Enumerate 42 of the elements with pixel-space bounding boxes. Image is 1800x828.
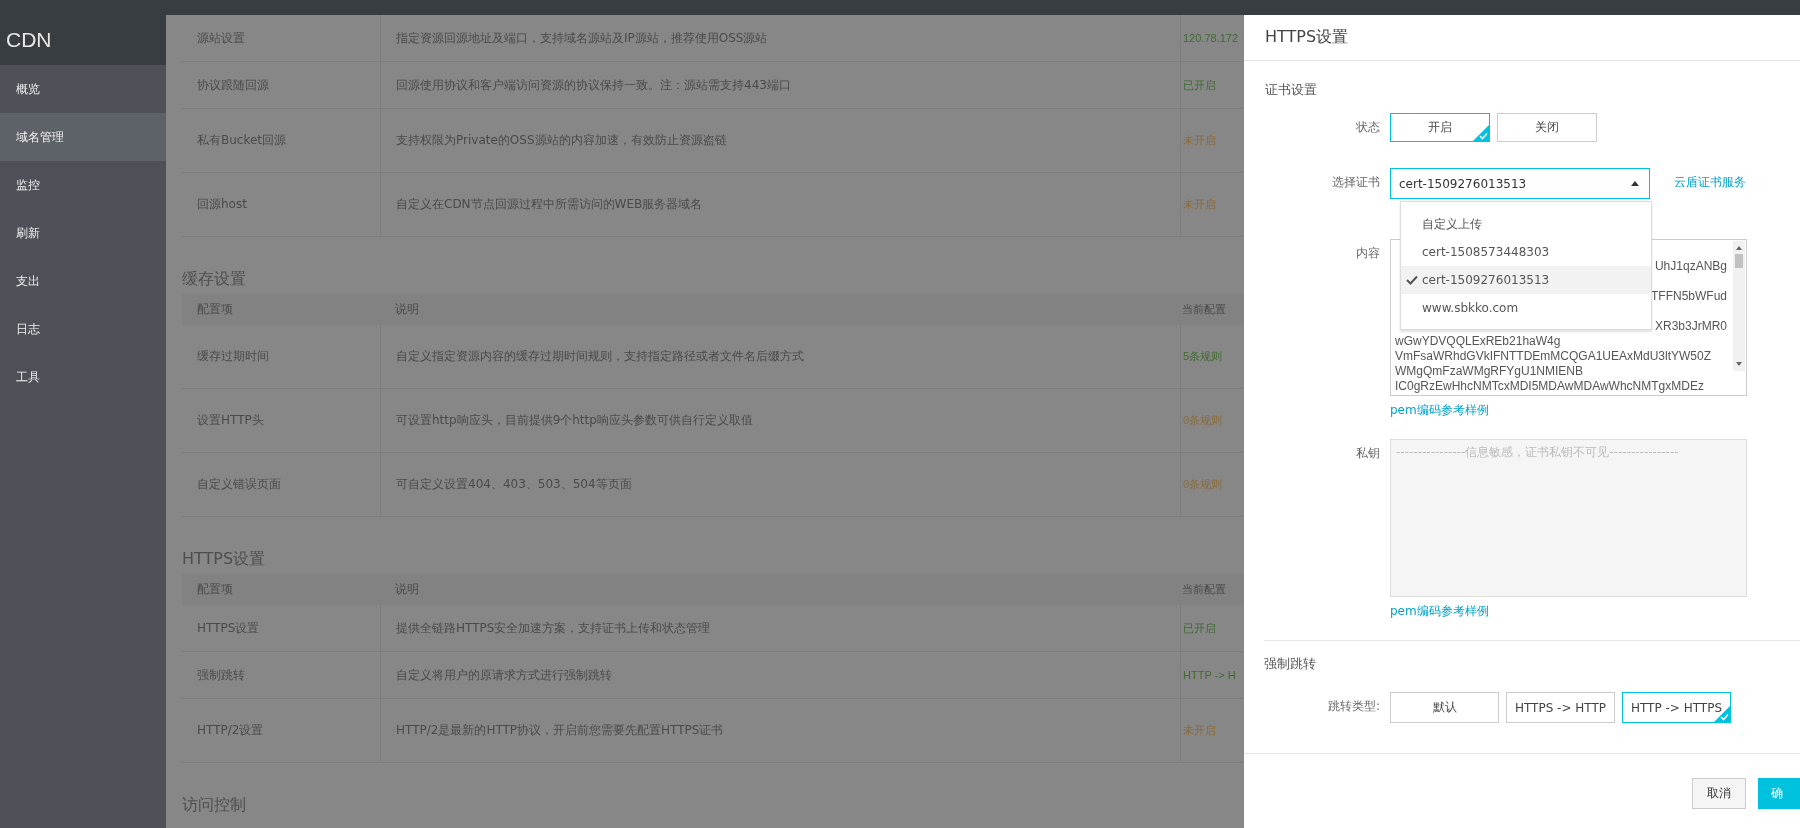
content-line: XR3b3JrMR0 <box>1654 319 1727 334</box>
sidebar-item[interactable]: 日志 <box>0 305 166 353</box>
option-button[interactable]: 关闭 <box>1497 113 1597 142</box>
field-label: 选择证书 <box>1331 174 1381 191</box>
option-button[interactable]: HTTP -> HTTPS <box>1622 692 1731 723</box>
caret-icon <box>1631 181 1639 186</box>
content-line: UhJ1qzANBg <box>1654 259 1727 274</box>
dropdown-option[interactable]: cert-1509276013513 <box>1401 266 1651 294</box>
dropdown-option[interactable]: 自定义上传 <box>1401 210 1651 238</box>
content-line: VmFsaWRhdGVkIFNTTDEmMCQGA1UEAxMdU3ltYW50Z <box>1395 349 1712 363</box>
sidebar-item[interactable]: 概览 <box>0 65 166 113</box>
option-button[interactable]: HTTPS -> HTTP <box>1506 692 1615 723</box>
content-line: IC0gRzEwHhcNMTcxMDI5MDAwMDAwWhcNMTgxMDEz <box>1395 379 1704 393</box>
table-cell-text: 自定义错误页面 <box>196 476 282 493</box>
sidebar-item[interactable]: 监控 <box>0 161 166 209</box>
certificate-select[interactable]: cert-1509276013513 <box>1390 168 1650 199</box>
check-icon <box>1406 275 1418 285</box>
section-title: 强制跳转 <box>1264 640 1800 675</box>
sidebar-item[interactable]: 域名管理 <box>0 113 166 161</box>
content-line: WMgQmFzaWMgRFYgU1NMIENB <box>1395 364 1583 378</box>
footer-button[interactable]: 取消 <box>1692 777 1746 809</box>
section-title: 访问控制 <box>182 794 247 816</box>
sidebar-item[interactable]: 刷新 <box>0 209 166 257</box>
dropdown-option[interactable]: www.sbkko.com <box>1401 294 1651 322</box>
content-line: wGwYDVQQLExREb21haW4g <box>1395 334 1561 348</box>
content-line: TFFN5bWFud <box>1651 289 1727 304</box>
option-button[interactable]: 开启 <box>1390 113 1490 142</box>
scrollbar[interactable] <box>1733 241 1745 371</box>
field-label: 私钥 <box>1355 445 1381 462</box>
sidebar-item[interactable]: 支出 <box>0 257 166 305</box>
dropdown-option[interactable]: cert-1508573448303 <box>1401 238 1651 266</box>
option-button[interactable]: 默认 <box>1390 692 1499 723</box>
section-title: 缓存设置 <box>182 268 247 290</box>
section-title: 证书设置 <box>1264 81 1318 99</box>
field-label: 状态 <box>1355 119 1381 136</box>
field-label: 跳转类型: <box>1326 698 1381 715</box>
section-title: HTTPS设置 <box>182 548 267 570</box>
drawer-title: HTTPS设置 <box>1265 27 1349 48</box>
sidebar-title: CDN <box>6 28 52 52</box>
check-corner-icon <box>1473 125 1489 141</box>
sidebar-item[interactable]: 工具 <box>0 353 166 401</box>
field-label: 内容 <box>1355 245 1381 262</box>
